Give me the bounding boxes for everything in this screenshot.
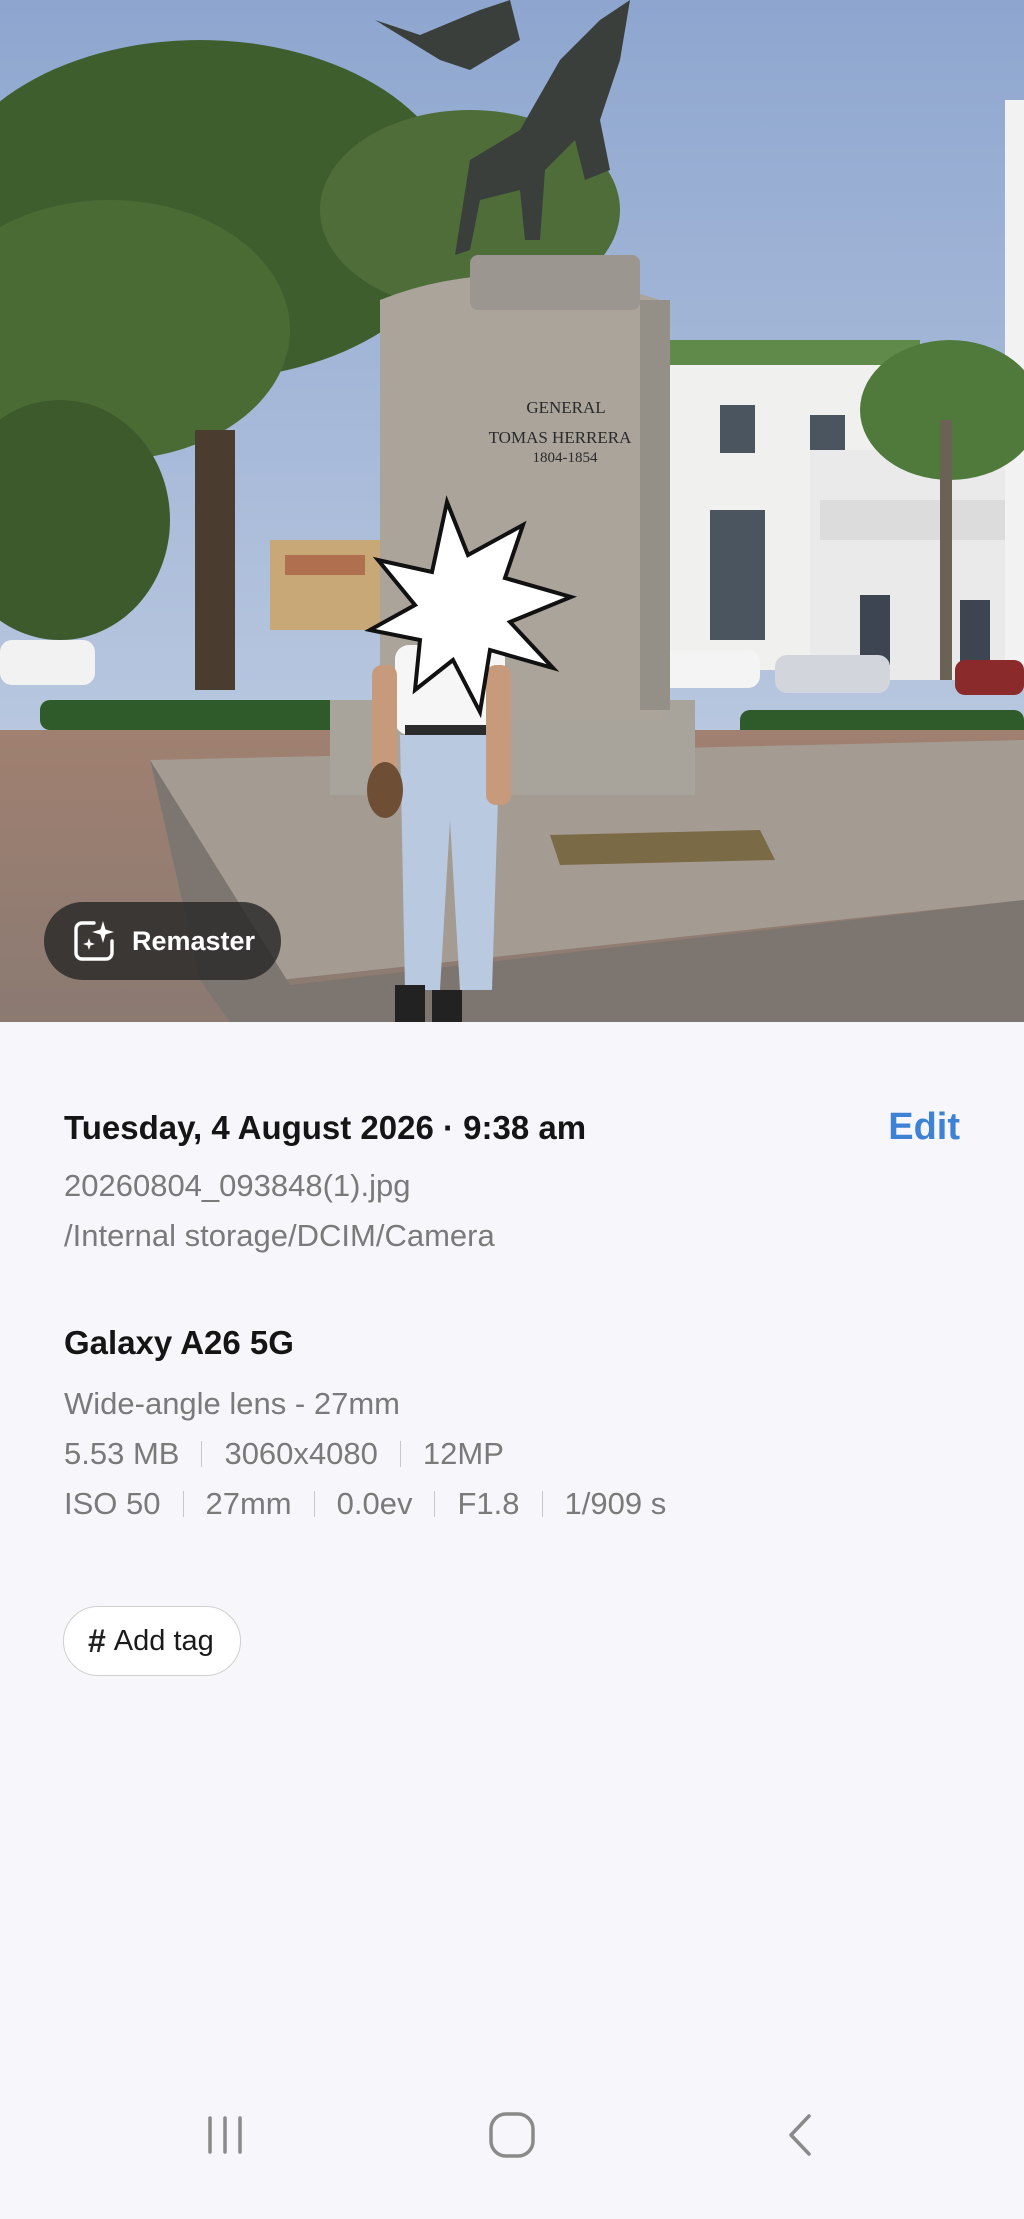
remaster-sparkle-icon: [74, 921, 114, 961]
divider: [182, 1491, 184, 1517]
back-icon[interactable]: [775, 2110, 825, 2160]
file-specs-row: 5.53 MB 3060x4080 12MP: [64, 1436, 504, 1472]
recent-apps-icon[interactable]: [200, 2110, 250, 2160]
divider: [399, 1441, 401, 1467]
resolution: 3060x4080: [224, 1436, 378, 1471]
iso: ISO 50: [64, 1486, 161, 1521]
inscription-line-2: TOMAS HERRERA: [489, 428, 633, 447]
date-time: Tuesday, 4 August 2026 · 9:38 am: [64, 1108, 587, 1146]
aperture: F1.8: [457, 1486, 520, 1521]
file-name: 20260804_093848(1).jpg: [64, 1168, 411, 1203]
photo-viewer[interactable]: GENERAL TOMAS HERRERA 1804-1854 Remaster: [0, 0, 1024, 1022]
divider: [313, 1491, 315, 1517]
home-icon[interactable]: [487, 2110, 537, 2160]
photo-image: GENERAL TOMAS HERRERA 1804-1854: [0, 0, 1024, 1022]
device-name: Galaxy A26 5G: [64, 1324, 294, 1361]
date-row: Tuesday, 4 August 2026 · 9:38 am Edit: [64, 1106, 960, 1149]
edit-button[interactable]: Edit: [888, 1106, 960, 1149]
divider: [201, 1441, 203, 1467]
shutter-speed: 1/909 s: [564, 1486, 667, 1521]
camera-specs-row: ISO 50 27mm 0.0ev F1.8 1/909 s: [64, 1486, 666, 1522]
hash-icon: #: [88, 1622, 106, 1659]
navigation-bar: [0, 2110, 1024, 2200]
file-path: /Internal storage/DCIM/Camera: [64, 1218, 495, 1253]
add-tag-label: Add tag: [113, 1624, 214, 1657]
add-tag-button[interactable]: # Add tag: [63, 1606, 241, 1676]
lens-info: Wide-angle lens - 27mm: [64, 1386, 400, 1421]
megapixels: 12MP: [422, 1436, 504, 1471]
inscription-line-3: 1804-1854: [533, 450, 598, 466]
inscription-line-1: GENERAL: [526, 398, 605, 417]
remaster-label: Remaster: [132, 925, 256, 956]
divider: [434, 1491, 436, 1517]
exposure-value: 0.0ev: [336, 1486, 413, 1521]
focal-length: 27mm: [205, 1486, 292, 1521]
divider: [541, 1491, 543, 1517]
remaster-button[interactable]: Remaster: [44, 902, 282, 980]
file-size: 5.53 MB: [64, 1436, 180, 1471]
